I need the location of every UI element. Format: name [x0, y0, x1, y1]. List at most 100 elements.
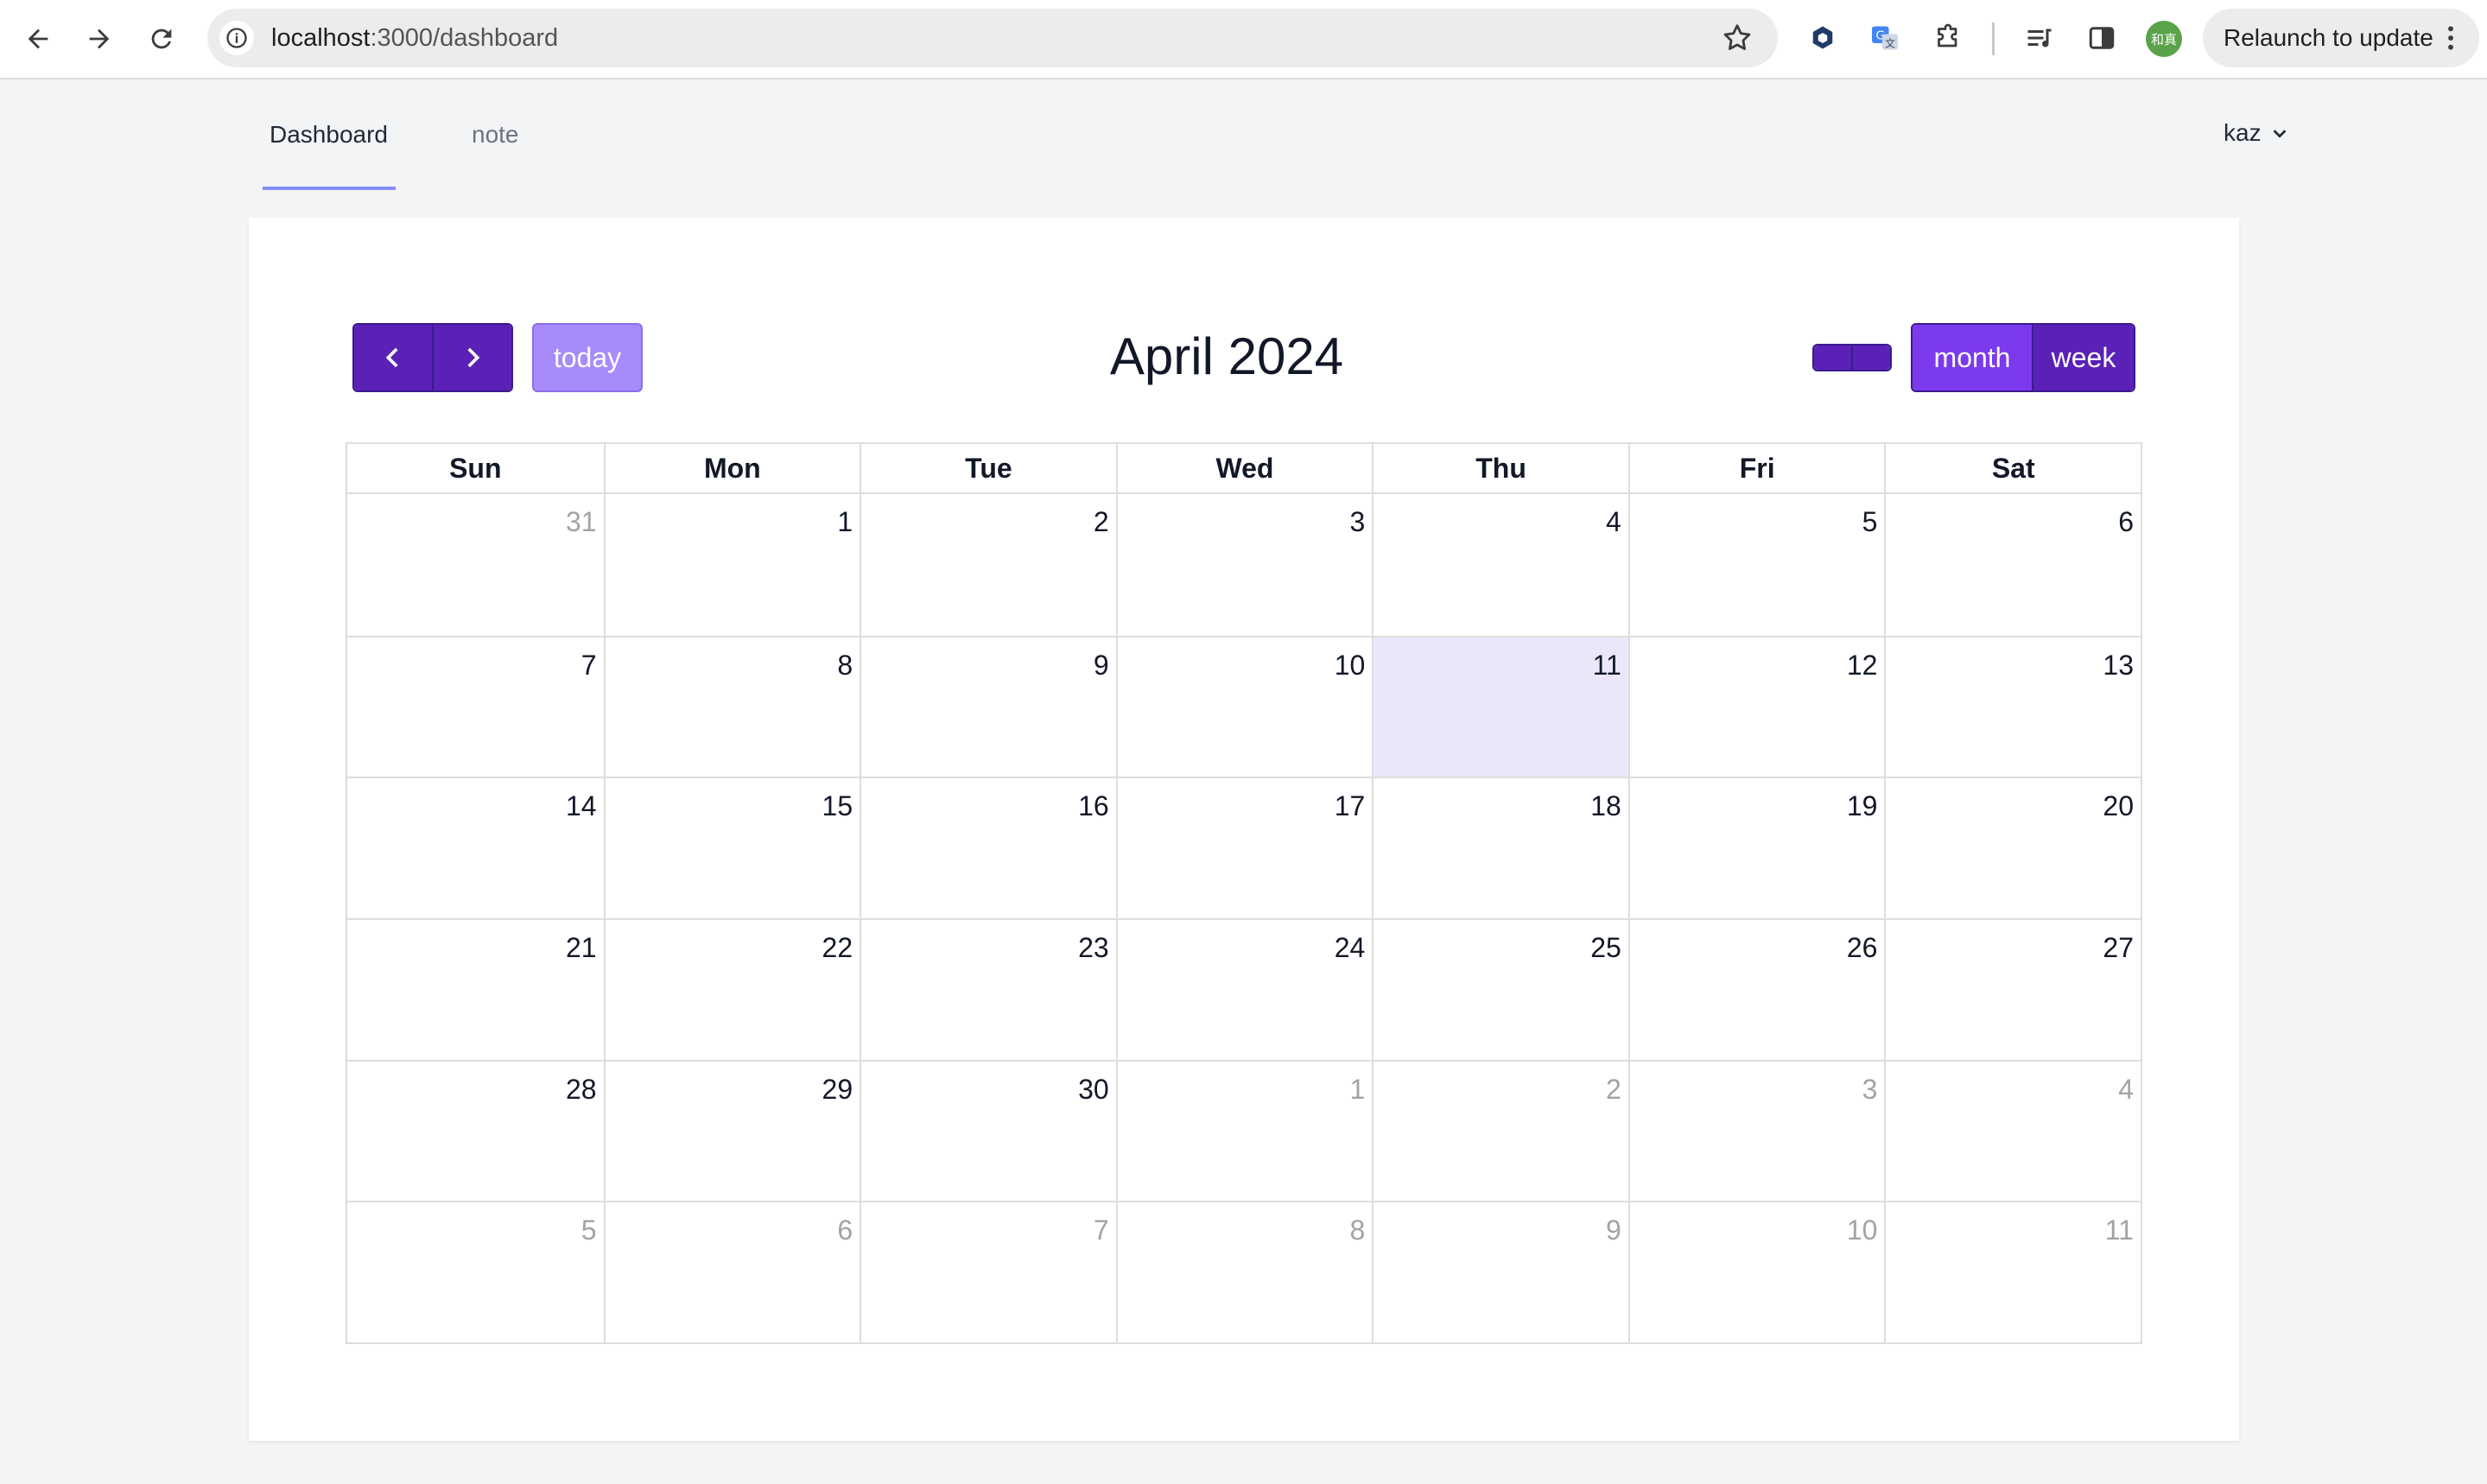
- day-number[interactable]: 6: [837, 1214, 853, 1246]
- url-text[interactable]: localhost:3000/dashboard: [271, 9, 558, 67]
- day-number[interactable]: 21: [566, 932, 597, 964]
- day-cell[interactable]: 5: [347, 1201, 604, 1342]
- day-cell[interactable]: 19: [1627, 777, 1885, 918]
- day-number[interactable]: 9: [1094, 650, 1109, 682]
- day-number[interactable]: 11: [1593, 650, 1621, 682]
- day-number[interactable]: 20: [2103, 790, 2134, 822]
- day-cell[interactable]: 17: [1115, 777, 1373, 918]
- day-number[interactable]: 8: [1349, 1214, 1365, 1246]
- day-cell[interactable]: 5: [1627, 494, 1885, 636]
- day-cell[interactable]: 29: [603, 1059, 860, 1202]
- day-number[interactable]: 24: [1335, 932, 1366, 964]
- day-cell[interactable]: 7: [347, 635, 604, 777]
- day-number[interactable]: 7: [1094, 1214, 1109, 1246]
- day-number[interactable]: 16: [1078, 790, 1109, 822]
- day-number[interactable]: 30: [1078, 1074, 1109, 1106]
- tab-note[interactable]: note: [472, 121, 519, 149]
- day-cell[interactable]: 28: [347, 1059, 604, 1202]
- day-number[interactable]: 10: [1847, 1214, 1878, 1246]
- day-number[interactable]: 26: [1847, 932, 1878, 964]
- day-cell[interactable]: 30: [860, 1059, 1116, 1202]
- day-cell[interactable]: 4: [1884, 1059, 2141, 1202]
- day-cell[interactable]: 6: [1884, 494, 2141, 636]
- back-button[interactable]: [18, 19, 58, 59]
- day-cell[interactable]: 1: [603, 494, 860, 636]
- day-number[interactable]: 12: [1847, 650, 1878, 682]
- day-number[interactable]: 15: [822, 790, 853, 822]
- day-number[interactable]: 28: [566, 1074, 597, 1106]
- day-number[interactable]: 23: [1078, 932, 1109, 964]
- day-number[interactable]: 19: [1847, 790, 1878, 822]
- day-cell[interactable]: 24: [1115, 918, 1373, 1060]
- day-cell[interactable]: 7: [860, 1201, 1116, 1342]
- day-cell[interactable]: 14: [347, 777, 604, 918]
- site-info-icon[interactable]: [219, 21, 254, 55]
- day-cell[interactable]: 20: [1884, 777, 2141, 918]
- day-number[interactable]: 17: [1335, 790, 1366, 822]
- next-month-button[interactable]: [432, 325, 511, 390]
- day-number[interactable]: 13: [2103, 650, 2134, 682]
- day-number[interactable]: 9: [1606, 1214, 1621, 1246]
- empty-button-left[interactable]: [1814, 346, 1851, 370]
- day-number[interactable]: 2: [1606, 1074, 1621, 1106]
- empty-button-right[interactable]: [1851, 346, 1890, 370]
- day-cell[interactable]: 15: [603, 777, 860, 918]
- bookmark-star-icon[interactable]: [1721, 22, 1754, 54]
- day-cell[interactable]: 31: [347, 494, 604, 636]
- day-cell[interactable]: 18: [1372, 777, 1628, 918]
- user-menu[interactable]: kaz: [2224, 119, 2289, 147]
- profile-avatar[interactable]: 和真: [2146, 21, 2182, 57]
- day-number[interactable]: 3: [1862, 1074, 1878, 1106]
- day-cell[interactable]: 26: [1627, 918, 1885, 1060]
- reload-button[interactable]: [142, 19, 181, 59]
- today-button[interactable]: today: [532, 323, 643, 392]
- day-number[interactable]: 3: [1349, 506, 1365, 538]
- day-number[interactable]: 27: [2103, 932, 2134, 964]
- day-cell[interactable]: 8: [603, 635, 860, 777]
- day-cell[interactable]: 9: [1372, 1201, 1628, 1342]
- week-view-button[interactable]: week: [2032, 325, 2134, 390]
- day-cell[interactable]: 10: [1627, 1201, 1885, 1342]
- day-number[interactable]: 1: [1349, 1074, 1365, 1106]
- day-number[interactable]: 2: [1094, 506, 1109, 538]
- address-bar[interactable]: localhost:3000/dashboard: [207, 9, 1778, 67]
- day-cell[interactable]: 23: [860, 918, 1116, 1060]
- day-cell[interactable]: 4: [1372, 494, 1628, 636]
- forward-button[interactable]: [79, 19, 119, 59]
- day-number[interactable]: 14: [566, 790, 597, 822]
- day-cell[interactable]: 1: [1115, 1059, 1373, 1202]
- day-cell[interactable]: 8: [1115, 1201, 1373, 1342]
- extension-hexagon-icon[interactable]: [1805, 21, 1840, 55]
- reading-list-icon[interactable]: [2022, 21, 2057, 55]
- day-number[interactable]: 5: [1862, 506, 1878, 538]
- day-cell[interactable]: 12: [1627, 635, 1885, 777]
- day-cell[interactable]: 3: [1115, 494, 1373, 636]
- prev-month-button[interactable]: [354, 325, 432, 390]
- month-view-button[interactable]: month: [1913, 325, 2032, 390]
- day-number[interactable]: 18: [1590, 790, 1621, 822]
- day-number[interactable]: 22: [822, 932, 853, 964]
- relaunch-button[interactable]: Relaunch to update: [2203, 9, 2479, 67]
- day-number[interactable]: 1: [837, 506, 853, 538]
- day-cell[interactable]: 11: [1884, 1201, 2141, 1342]
- day-number[interactable]: 6: [2118, 506, 2134, 538]
- day-cell-today[interactable]: 11: [1372, 635, 1628, 777]
- day-cell[interactable]: 25: [1372, 918, 1628, 1060]
- day-cell[interactable]: 10: [1115, 635, 1373, 777]
- day-cell[interactable]: 22: [603, 918, 860, 1060]
- day-cell[interactable]: 27: [1884, 918, 2141, 1060]
- day-cell[interactable]: 16: [860, 777, 1116, 918]
- day-number[interactable]: 11: [2105, 1214, 2134, 1246]
- day-cell[interactable]: 13: [1884, 635, 2141, 777]
- day-number[interactable]: 25: [1590, 932, 1621, 964]
- day-number[interactable]: 5: [581, 1214, 597, 1246]
- day-cell[interactable]: 2: [860, 494, 1116, 636]
- day-cell[interactable]: 2: [1372, 1059, 1628, 1202]
- day-cell[interactable]: 3: [1627, 1059, 1885, 1202]
- day-number[interactable]: 8: [837, 650, 853, 682]
- day-number[interactable]: 31: [566, 506, 597, 538]
- extensions-puzzle-icon[interactable]: [1931, 21, 1965, 55]
- day-number[interactable]: 4: [2118, 1074, 2134, 1106]
- day-number[interactable]: 29: [822, 1074, 853, 1106]
- day-cell[interactable]: 6: [603, 1201, 860, 1342]
